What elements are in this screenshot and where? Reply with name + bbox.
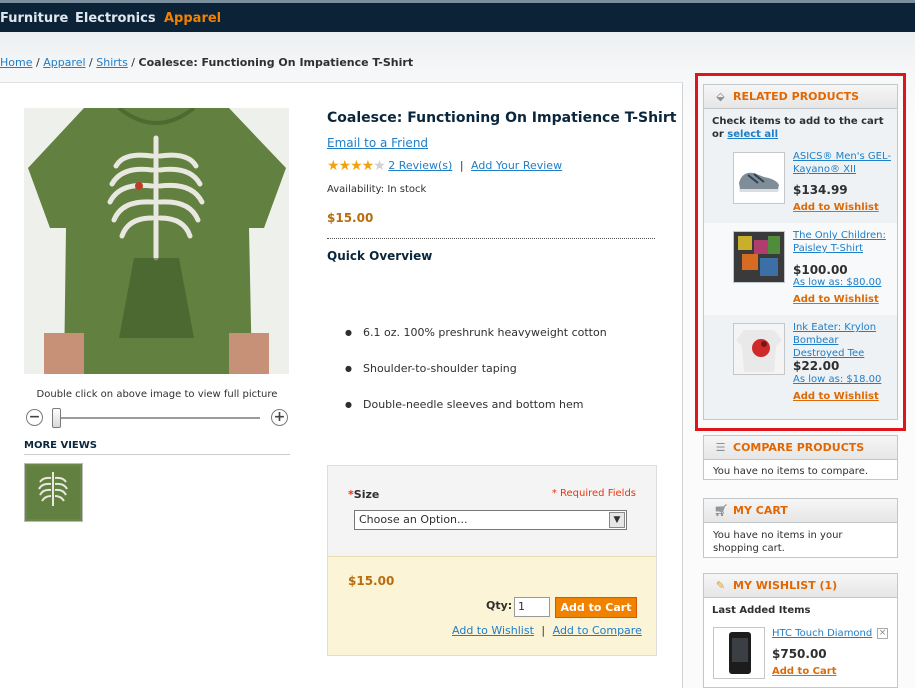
more-views-thumbnail[interactable] [24, 463, 83, 522]
nav-item-electronics[interactable]: Electronics [75, 11, 156, 26]
size-select-value: Choose an Option... [359, 513, 468, 526]
separator: | [541, 624, 546, 637]
zoom-track[interactable] [52, 417, 260, 419]
compare-products-block: ☰ COMPARE PRODUCTS You have no items to … [703, 435, 898, 480]
reviews-link[interactable]: 2 Review(s) [388, 159, 452, 172]
related-item-as-low-as[interactable]: As low as: $80.00 [793, 277, 881, 288]
shoe-photo [734, 153, 784, 203]
related-products-block: ⬙ RELATED PRODUCTS Check items to add to… [703, 84, 898, 420]
email-friend-link[interactable]: Email to a Friend [327, 136, 428, 150]
qty-input[interactable]: 1 [514, 597, 550, 617]
related-item-wishlist-link[interactable]: Add to Wishlist [793, 294, 879, 305]
compare-list-icon: ☰ [715, 441, 726, 454]
add-review-link[interactable]: Add Your Review [471, 159, 562, 172]
tshirt-photo [24, 108, 289, 374]
tag-icon: ⬙ [716, 90, 725, 103]
my-wishlist-block: ✎ MY WISHLIST (1) Last Added Items HTC T… [703, 573, 898, 688]
product-title: Coalesce: Functioning On Impatience T-Sh… [327, 110, 677, 126]
related-item: The Only Children: Paisley T-Shirt $100.… [704, 223, 897, 315]
related-item: Ink Eater: Krylon Bombear Destroyed Tee … [704, 315, 897, 407]
tee-photo [734, 324, 784, 374]
related-item-image[interactable] [733, 152, 785, 204]
add-to-compare-link[interactable]: Add to Compare [553, 624, 642, 637]
remove-icon[interactable]: × [877, 628, 888, 639]
phone-photo [714, 628, 764, 678]
wishlist-icon: ✎ [715, 579, 726, 592]
related-item-price: $100.00 [793, 263, 848, 277]
feature-list: 6.1 oz. 100% preshrunk heavyweight cotto… [345, 326, 607, 434]
related-item-name[interactable]: Ink Eater: Krylon Bombear Destroyed Tee [793, 321, 893, 360]
wishlist-item-image[interactable] [713, 627, 765, 679]
breadcrumb-home[interactable]: Home [0, 56, 32, 69]
separator: | [459, 159, 464, 172]
wishlist-item-name[interactable]: HTC Touch Diamond [772, 628, 872, 639]
zoom-slider[interactable]: − + [26, 408, 290, 428]
quick-overview-title: Quick Overview [327, 249, 433, 263]
add-to-cart-button[interactable]: Add to Cart [555, 597, 637, 618]
my-cart-title: 🛒︎ MY CART [704, 499, 897, 523]
divider [327, 238, 655, 239]
select-all-link[interactable]: select all [727, 129, 778, 140]
feature-item: 6.1 oz. 100% preshrunk heavyweight cotto… [345, 326, 607, 362]
add-to-wishlist-link[interactable]: Add to Wishlist [452, 624, 534, 637]
cart-box-price: $15.00 [348, 574, 395, 588]
related-item-price: $22.00 [793, 359, 840, 373]
related-item-name[interactable]: ASICS® Men's GEL-Kayano® XII [793, 150, 893, 176]
zoom-out-icon[interactable]: − [26, 409, 43, 426]
compare-products-title: ☰ COMPARE PRODUCTS [704, 436, 897, 460]
related-item-image[interactable] [733, 231, 785, 283]
wishlist-item-price: $750.00 [772, 647, 827, 661]
related-item-as-low-as[interactable]: As low as: $18.00 [793, 374, 881, 385]
feature-item: Double-needle sleeves and bottom hem [345, 398, 607, 434]
thumbnail-photo [27, 466, 80, 519]
availability-text: Availability: In stock [327, 184, 427, 195]
compare-empty-text: You have no items to compare. [713, 466, 869, 477]
size-select[interactable]: Choose an Option... ▼ [354, 510, 627, 530]
image-hint: Double click on above image to view full… [36, 389, 278, 400]
cart-empty-text: You have no items in your shopping cart. [713, 530, 843, 554]
chevron-down-icon[interactable]: ▼ [609, 512, 625, 528]
product-options: *Size * Required Fields Choose an Option… [327, 465, 657, 556]
rating-stars-icon: ★★★★★ [327, 158, 386, 174]
related-item-price: $134.99 [793, 183, 848, 197]
qty-label: Qty: [486, 599, 513, 612]
top-navigation: Furniture Electronics Apparel [0, 0, 915, 32]
paisley-shirt-photo [734, 232, 784, 282]
more-views-title: MORE VIEWS [24, 440, 290, 455]
rating-row: ★★★★★ 2 Review(s) | Add Your Review [327, 158, 562, 174]
my-cart-block: 🛒︎ MY CART You have no items in your sho… [703, 498, 898, 558]
related-item-name[interactable]: The Only Children: Paisley T-Shirt [793, 229, 893, 255]
cart-links: Add to Wishlist | Add to Compare [452, 624, 642, 637]
size-label: *Size [348, 488, 380, 501]
add-to-cart-box: $15.00 Qty: 1 Add to Cart Add to Wishlis… [327, 556, 657, 656]
related-item-image[interactable] [733, 323, 785, 375]
zoom-in-icon[interactable]: + [271, 409, 288, 426]
required-fields-note: * Required Fields [551, 488, 636, 499]
related-products-title: ⬙ RELATED PRODUCTS [704, 85, 897, 109]
nav-item-furniture[interactable]: Furniture [0, 11, 68, 26]
breadcrumb-current: Coalesce: Functioning On Impatience T-Sh… [138, 56, 414, 69]
product-image[interactable] [24, 108, 289, 374]
wishlist-add-to-cart-link[interactable]: Add to Cart [772, 666, 836, 677]
related-item-wishlist-link[interactable]: Add to Wishlist [793, 202, 879, 213]
breadcrumb: Home / Apparel / Shirts / Coalesce: Func… [0, 56, 414, 69]
my-wishlist-title: ✎ MY WISHLIST (1) [704, 574, 897, 598]
breadcrumb-apparel[interactable]: Apparel [43, 56, 85, 69]
product-price: $15.00 [327, 211, 374, 225]
last-added-label: Last Added Items [712, 605, 811, 616]
feature-item: Shoulder-to-shoulder taping [345, 362, 607, 398]
zoom-handle[interactable] [52, 408, 61, 428]
related-item-wishlist-link[interactable]: Add to Wishlist [793, 391, 879, 402]
nav-item-apparel[interactable]: Apparel [164, 11, 221, 26]
cart-icon: 🛒︎ [714, 504, 728, 517]
breadcrumb-shirts[interactable]: Shirts [96, 56, 128, 69]
related-intro: Check items to add to the cart or select… [712, 116, 884, 140]
